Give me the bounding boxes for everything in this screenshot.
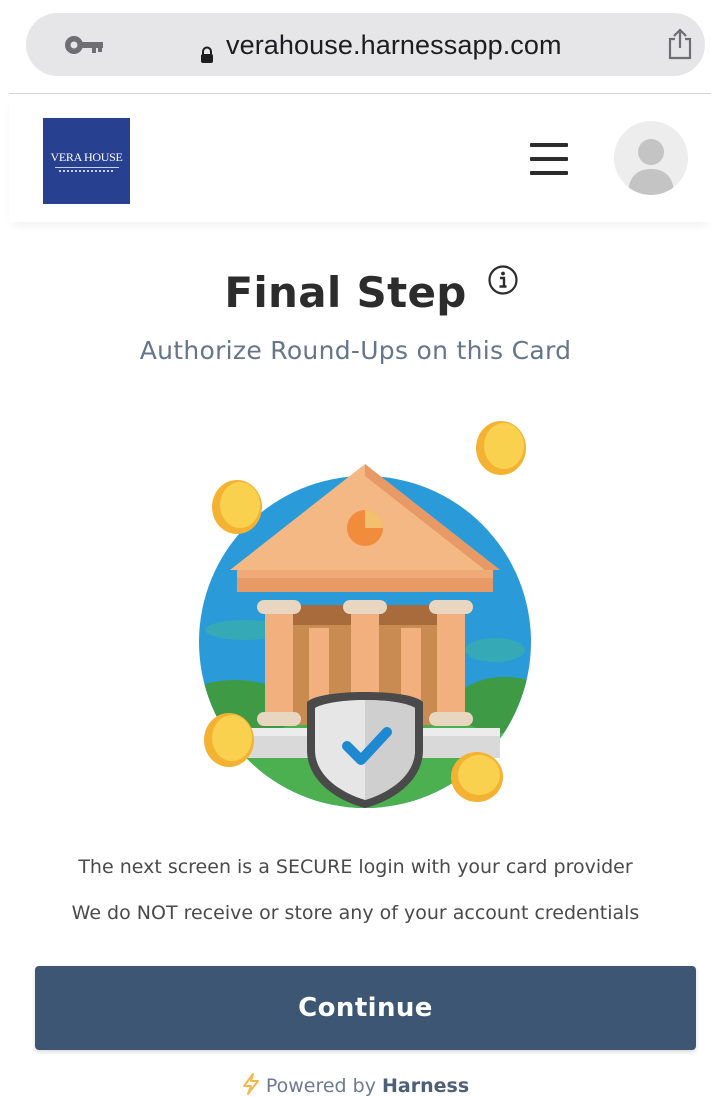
key-icon[interactable] xyxy=(64,35,106,55)
lock-icon xyxy=(201,46,213,63)
lightning-bolt-icon xyxy=(242,1073,259,1095)
share-icon[interactable] xyxy=(666,27,694,61)
logo-tagline xyxy=(58,169,115,172)
hamburger-menu-icon[interactable] xyxy=(530,143,570,177)
continue-button[interactable]: Continue xyxy=(35,966,696,1050)
bank-security-illustration xyxy=(199,421,531,808)
powered-by-footer[interactable]: Powered by Harness xyxy=(0,1073,711,1097)
app-header: VERA HOUSE xyxy=(9,94,711,222)
info-icon[interactable] xyxy=(487,264,519,296)
page-title: Final Step xyxy=(224,268,467,317)
vera-house-logo[interactable]: VERA HOUSE xyxy=(43,118,130,204)
page-title-wrapper: Final Step xyxy=(0,265,711,317)
browser-address-bar[interactable]: verahouse.harnessapp.com xyxy=(26,13,705,76)
url-text[interactable]: verahouse.harnessapp.com xyxy=(226,27,562,63)
page-subtitle: Authorize Round-Ups on this Card xyxy=(139,336,572,365)
powered-by-label: Powered by xyxy=(265,1075,376,1097)
logo-text: VERA HOUSE xyxy=(50,149,123,164)
credentials-note: We do NOT receive or store any of your a… xyxy=(71,902,640,924)
harness-brand-link[interactable]: Harness xyxy=(382,1075,469,1097)
page: verahouse.harnessapp.com VERA HOUSE Fina… xyxy=(0,0,711,1097)
secure-login-note: The next screen is a SECURE login with y… xyxy=(78,856,633,878)
logo-underline xyxy=(54,166,119,168)
user-avatar-icon[interactable] xyxy=(614,121,688,195)
